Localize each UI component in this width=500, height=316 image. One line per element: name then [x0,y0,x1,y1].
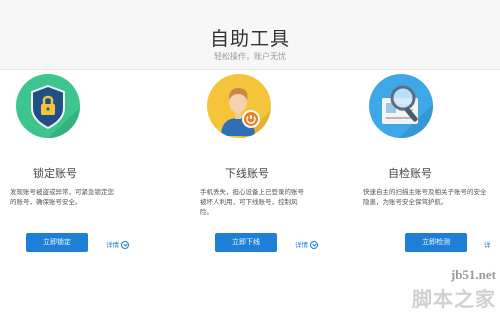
details-label: 详情 [295,241,308,249]
logout-now-button[interactable]: 立即下线 [215,233,277,252]
watermark-url: jb51.net [450,267,496,282]
chevron-down-icon [310,241,318,249]
lock-now-button[interactable]: 立即锁定 [26,233,88,252]
magnifier-check-icon [369,74,433,138]
lock-details-link[interactable]: 详情 [106,239,129,249]
card-title: 锁定账号 [33,167,77,180]
check-details-link[interactable]: 详 [484,239,491,249]
page-subtitle: 轻松操作，账户无忧 [214,52,286,61]
logout-account-card: 下线账号 手机丢失，担心设备上已登录的账号被坏人利用，可下线账号，控制风险。 立… [180,70,318,270]
chevron-down-icon [121,241,129,249]
lock-shield-icon [16,74,80,138]
lock-account-card: 锁定账号 发现账号被盗或异常，可紧急锁定您的账号，确保账号安全。 立即锁定 详情 [0,70,130,270]
selfcheck-account-card: 自检账号 快速自主的扫描主账号及相关子账号的安全隐患，为账号安全保驾护航。 立即… [360,70,491,270]
card-description: 发现账号被盗或异常，可紧急锁定您的账号，确保账号安全。 [10,188,114,206]
details-label: 详情 [106,241,119,249]
card-title: 下线账号 [225,167,269,180]
page-header: 自助工具 轻松操作，账户无忧 [0,0,500,70]
card-description: 快速自主的扫描主账号及相关子账号的安全隐患，为账号安全保驾护航。 [363,188,487,206]
page-title: 自助工具 [209,28,290,50]
check-now-button[interactable]: 立即检测 [405,233,467,252]
card-title: 自检账号 [388,167,432,180]
watermark-name: 脚本之家 [412,287,496,311]
user-logout-icon [207,74,271,138]
card-description: 手机丢失，担心设备上已登录的账号被坏人利用，可下线账号，控制风险。 [200,188,304,216]
site-watermark: jb51.net 脚本之家 [412,267,496,312]
logout-details-link[interactable]: 详情 [295,239,318,249]
